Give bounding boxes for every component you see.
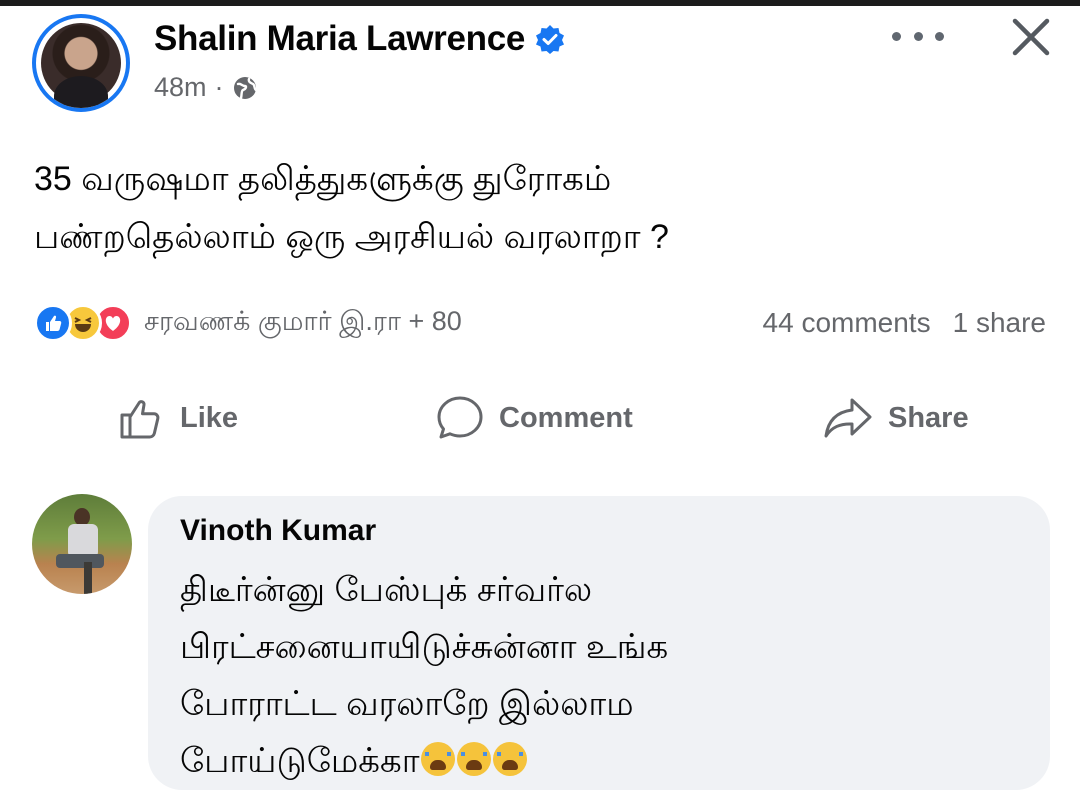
close-icon[interactable] xyxy=(1008,14,1054,60)
comment-text-line-last: போய்டுமேக்கா xyxy=(180,733,668,790)
comment-bubble: Vinoth Kumar திடீர்ன்னு பேஸ்புக் சர்வர்ல… xyxy=(148,496,1050,790)
globe-icon xyxy=(233,76,257,99)
post-text-line: 35 வருஷமா தலித்துகளுக்கு துரோகம் xyxy=(34,160,612,198)
comment-button[interactable]: Comment xyxy=(435,392,633,444)
comment-text-line: பிரட்சனையாயிடுச்சுன்னா உங்க xyxy=(180,628,669,666)
post-text-line: பண்றதெல்லாம் ஒரு அரசியல் வரலாறா ? xyxy=(34,218,669,256)
crying-face-icon xyxy=(493,742,528,776)
post-time[interactable]: 48m xyxy=(154,72,207,103)
post-stats: 44 comments 1 share xyxy=(763,304,1046,342)
author-name[interactable]: Shalin Maria Lawrence xyxy=(154,19,525,59)
post-meta: 48m · xyxy=(154,72,258,103)
comment-text: திடீர்ன்னு பேஸ்புக் சர்வர்ல பிரட்சனையாயி… xyxy=(180,562,668,790)
like-reaction-icon xyxy=(34,304,72,342)
commenter-avatar[interactable] xyxy=(32,494,132,594)
avatar-photo-body xyxy=(54,76,108,108)
comment-text-line: திடீர்ன்னு பேஸ்புக் சர்வர்ல xyxy=(180,571,593,609)
comments-count[interactable]: 44 comments xyxy=(763,307,931,339)
verified-badge-icon xyxy=(536,25,565,54)
reaction-names[interactable]: சரவணக் குமார் இ.ரா + 80 xyxy=(144,306,462,341)
comment-text-last: போய்டுமேக்கா xyxy=(180,742,420,780)
author-avatar[interactable] xyxy=(32,14,130,112)
share-arrow-icon xyxy=(824,398,872,438)
share-label: Share xyxy=(888,401,969,434)
like-label: Like xyxy=(180,401,239,434)
commenter-name[interactable]: Vinoth Kumar xyxy=(180,514,376,548)
like-button[interactable]: Like xyxy=(118,392,238,444)
crying-face-icon xyxy=(421,742,456,776)
top-edge-bar xyxy=(0,0,1080,6)
comment-label: Comment xyxy=(499,401,633,434)
reactions-summary[interactable]: சரவணக் குமார் இ.ரா + 80 xyxy=(34,304,462,342)
comment-bubble-icon xyxy=(437,396,483,439)
crying-face-icon xyxy=(457,742,492,776)
comment-text-line: போராட்ட வரலாறே இல்லாம xyxy=(180,685,634,723)
share-button[interactable]: Share xyxy=(822,392,969,444)
more-options-icon[interactable] xyxy=(892,24,944,48)
thumbs-up-icon xyxy=(120,400,160,439)
author-row: Shalin Maria Lawrence xyxy=(154,17,565,61)
shares-count[interactable]: 1 share xyxy=(953,307,1046,339)
post-text: 35 வருஷமா தலித்துகளுக்கு துரோகம் பண்றதெல… xyxy=(34,150,1034,266)
meta-separator: · xyxy=(214,72,224,102)
